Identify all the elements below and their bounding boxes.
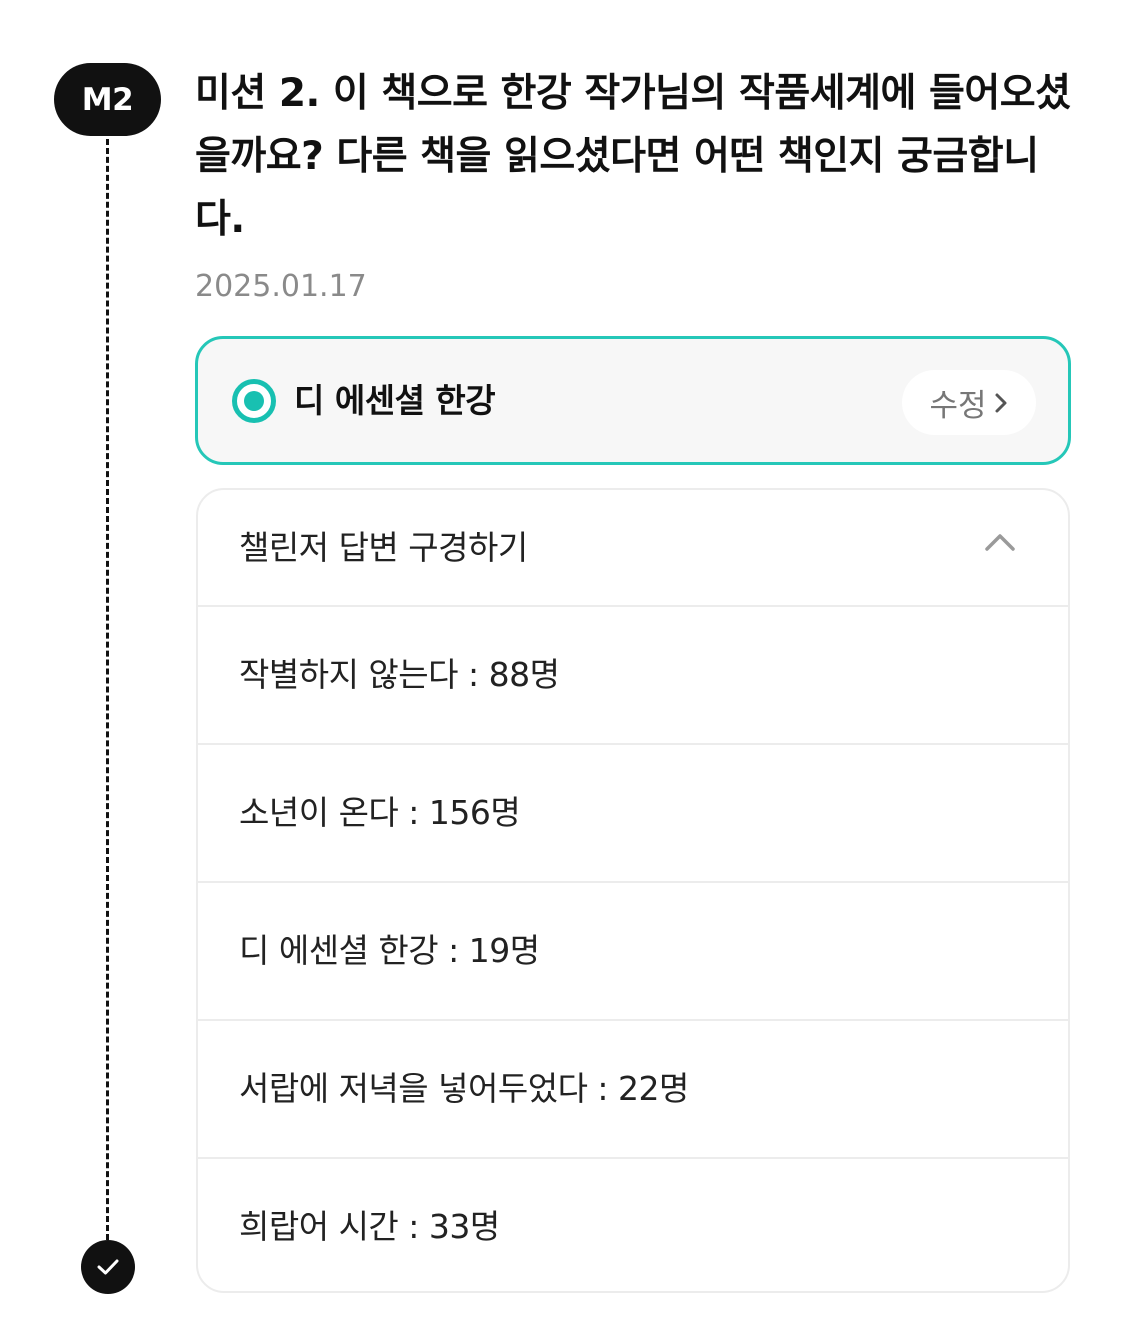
selected-answer-card: 디 에센셜 한강 수정 <box>195 336 1071 465</box>
answers-header-label: 챌린저 답변 구경하기 <box>239 528 528 567</box>
mission-content: 미션 2. 이 책으로 한강 작가님의 작품세계에 들어오셨을까요? 다른 책을… <box>195 62 1075 306</box>
mission-complete-badge <box>81 1240 135 1294</box>
answer-row: 디 에센셜 한강 : 19명 <box>198 883 1068 1021</box>
check-icon <box>97 1259 119 1275</box>
answer-row: 소년이 온다 : 156명 <box>198 745 1068 883</box>
answer-text: 희랍어 시간 : 33명 <box>239 1207 500 1246</box>
mission-title: 미션 2. 이 책으로 한강 작가님의 작품세계에 들어오셨을까요? 다른 책을… <box>195 71 1071 242</box>
answer-text: 디 에센셜 한강 : 19명 <box>239 931 540 970</box>
mission-badge: M2 <box>54 63 161 136</box>
timeline-line <box>106 130 109 1240</box>
chevron-right-icon <box>995 393 1007 412</box>
radio-dot <box>244 391 264 411</box>
challenger-answers-panel: 챌린저 답변 구경하기 작별하지 않는다 : 88명 소년이 온다 : 156명… <box>196 488 1070 1293</box>
selected-answer-label: 디 에센셜 한강 <box>294 381 496 420</box>
answer-row: 희랍어 시간 : 33명 <box>198 1159 1068 1291</box>
answer-row: 서랍에 저녁을 넣어두었다 : 22명 <box>198 1021 1068 1159</box>
answer-text: 서랍에 저녁을 넣어두었다 : 22명 <box>239 1069 689 1108</box>
selected-radio-icon <box>232 379 276 423</box>
answer-text: 소년이 온다 : 156명 <box>239 793 521 832</box>
edit-button[interactable]: 수정 <box>902 370 1036 435</box>
answer-text: 작별하지 않는다 : 88명 <box>239 655 560 694</box>
mission-date: 2025.01.17 <box>195 269 367 304</box>
chevron-up-icon[interactable] <box>984 532 1016 552</box>
answers-toggle-header[interactable]: 챌린저 답변 구경하기 <box>198 490 1068 607</box>
answer-row: 작별하지 않는다 : 88명 <box>198 607 1068 745</box>
edit-button-label: 수정 <box>929 388 987 424</box>
